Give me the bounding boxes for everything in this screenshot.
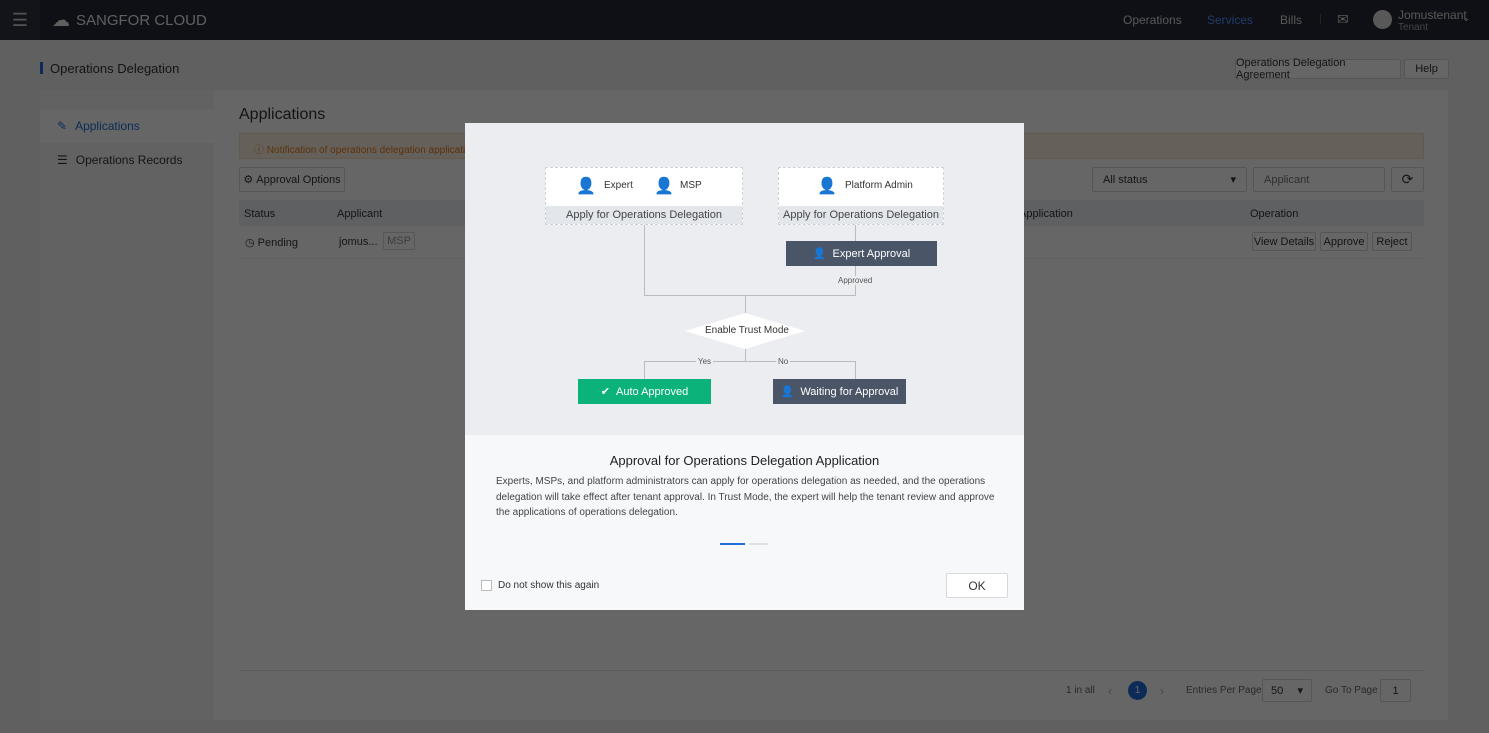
dont-show-checkbox[interactable] — [481, 580, 492, 591]
expert-approval-node: 👤 Expert Approval — [786, 241, 937, 266]
caret-down-icon: ▾ — [1230, 174, 1236, 186]
total-count: 1 in all — [1066, 685, 1095, 696]
admin-icon: 👤 — [817, 178, 837, 195]
prev-page-button[interactable]: ‹ — [1108, 684, 1112, 698]
applicant-search-input[interactable] — [1253, 167, 1385, 192]
flow-diagram: 👤 Expert 👤 MSP Apply for Operations Dele… — [465, 123, 1024, 435]
user-name[interactable]: Jomustenant — [1398, 8, 1467, 22]
menu-icon[interactable]: ☰ — [0, 0, 40, 40]
check-circle-icon: ✔ — [600, 386, 611, 398]
waiting-approval-node: 👤 Waiting for Approval — [773, 379, 906, 404]
view-details-button[interactable]: View Details — [1252, 232, 1316, 251]
user-icon: 👤 — [780, 386, 795, 398]
title-marker — [40, 62, 43, 74]
status-badge: ◷ Pending — [245, 237, 299, 249]
chevron-down-icon[interactable]: ⌄ — [1462, 13, 1470, 24]
mail-icon[interactable]: ✉ — [1337, 11, 1349, 28]
carousel-dot-2[interactable] — [749, 543, 768, 545]
top-bar: ☰ ☁ SANGFOR CLOUD Operations Services Bil… — [0, 0, 1489, 40]
carousel-dot-1[interactable] — [720, 543, 745, 545]
edit-icon: ✎ — [57, 119, 68, 133]
modal-description: Experts, MSPs, and platform administrato… — [496, 476, 995, 518]
entries-select[interactable]: 50 ▾ — [1262, 679, 1312, 702]
logo[interactable]: ☁ SANGFOR CLOUD — [52, 10, 207, 31]
auto-approved-node: ✔ Auto Approved — [578, 379, 711, 404]
sidebar-item-applications[interactable]: ✎ Applications — [40, 109, 214, 143]
gear-icon: ⚙ — [243, 174, 257, 186]
avatar[interactable] — [1373, 10, 1392, 29]
nav-bills[interactable]: Bills — [1280, 13, 1302, 27]
list-icon: ☰ — [57, 153, 68, 167]
agreement-button[interactable]: Operations Delegation Agreement — [1235, 57, 1401, 81]
modal-title: Approval for Operations Delegation Appli… — [609, 453, 880, 468]
sidebar: ✎ Applications ☰ Operations Records — [40, 90, 214, 720]
section-title: Applications — [239, 106, 326, 123]
ok-button[interactable]: OK — [946, 573, 1008, 598]
role-tag: MSP — [383, 232, 415, 250]
reject-button[interactable]: Reject — [1372, 232, 1412, 251]
next-page-button[interactable]: › — [1160, 684, 1164, 698]
divider — [1320, 14, 1321, 24]
approval-options-button[interactable]: ⚙ Approval Options — [239, 167, 345, 192]
status-filter[interactable]: All status ▾ — [1092, 167, 1247, 192]
platform-admin-box: 👤 Platform Admin Apply for Operations De… — [778, 167, 944, 225]
page-1-button[interactable]: 1 — [1128, 681, 1147, 700]
divider — [239, 670, 1424, 671]
msp-icon: 👤 — [654, 178, 674, 195]
expert-icon: 👤 — [576, 178, 596, 195]
nav-services[interactable]: Services — [1207, 13, 1253, 27]
approve-button[interactable]: Approve — [1320, 232, 1368, 251]
intro-modal: 👤 Expert 👤 MSP Apply for Operations Dele… — [465, 123, 1024, 610]
user-icon: 👤 — [812, 248, 827, 260]
goto-page-input[interactable] — [1380, 679, 1411, 702]
nav-operations[interactable]: Operations — [1123, 13, 1182, 27]
expert-msp-box: 👤 Expert 👤 MSP Apply for Operations Dele… — [545, 167, 743, 225]
sidebar-item-operations-records[interactable]: ☰ Operations Records — [40, 143, 214, 177]
refresh-button[interactable]: ⟳ — [1391, 167, 1424, 192]
page-title: Operations Delegation — [50, 61, 180, 76]
help-button[interactable]: Help — [1404, 59, 1449, 79]
user-role: Tenant — [1398, 22, 1429, 33]
cloud-icon: ☁ — [52, 10, 70, 30]
